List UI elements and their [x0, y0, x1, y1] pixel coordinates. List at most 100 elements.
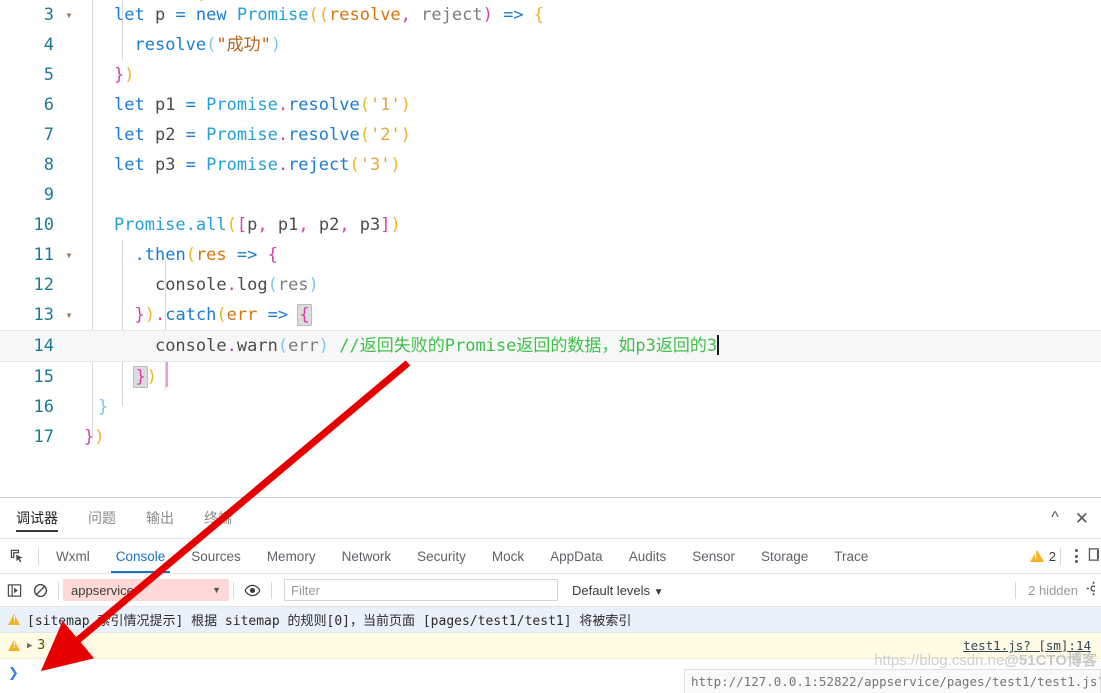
- code-line[interactable]: 9: [0, 180, 1101, 210]
- code-line[interactable]: 8 let p3 = Promise.reject('3'): [0, 150, 1101, 180]
- console-message-info[interactable]: [sitemap 索引情况提示] 根据 sitemap 的规则[0]，当前页面 …: [0, 607, 1101, 633]
- settings-gear-icon[interactable]: [1086, 581, 1095, 599]
- code-area[interactable]: () { 3 ▾ let p = new Promise((resolve, r…: [0, 0, 1101, 452]
- line-number: 3: [43, 5, 54, 25]
- code-line[interactable]: 6 let p1 = Promise.resolve('1'): [0, 90, 1101, 120]
- panel-tab-label: 问题: [88, 510, 116, 526]
- code-line[interactable]: 7 let p2 = Promise.resolve('2'): [0, 120, 1101, 150]
- tab-label: AppData: [550, 548, 603, 564]
- tab-sensor[interactable]: Sensor: [679, 539, 748, 573]
- devtools-panel[interactable]: 调试器 问题 输出 终端 ^ ✕ Wxml Console Sources Me…: [0, 497, 1101, 693]
- code-line[interactable]: 11 ▾ .then(res => {: [0, 240, 1101, 270]
- console-message-text: 3: [37, 638, 46, 653]
- code-line[interactable]: 3 ▾ let p = new Promise((resolve, reject…: [0, 0, 1101, 30]
- code-line-text: resolve("成功"): [134, 35, 282, 55]
- line-number: 17: [33, 427, 54, 447]
- tab-label: Storage: [761, 548, 809, 564]
- code-line-text: }): [133, 366, 157, 388]
- panel-tab-output[interactable]: 输出: [146, 498, 174, 538]
- close-icon[interactable]: ✕: [1075, 510, 1093, 527]
- code-line-text: }).catch(err => {: [134, 304, 312, 326]
- tab-wxml[interactable]: Wxml: [43, 539, 103, 573]
- panel-controls[interactable]: ^ ✕: [1051, 498, 1093, 538]
- execute-sidebar-icon[interactable]: [0, 583, 27, 598]
- console-toolbar-right[interactable]: 2 hidden: [1011, 581, 1095, 599]
- code-line[interactable]: 16 }: [0, 392, 1101, 422]
- context-selector[interactable]: appservice ▼: [63, 579, 229, 601]
- tab-storage[interactable]: Storage: [748, 539, 821, 573]
- code-line-current[interactable]: 14 console.warn(err) //返回失败的Promise返回的数据…: [0, 330, 1101, 362]
- tab-memory[interactable]: Memory: [254, 539, 329, 573]
- line-number: 6: [43, 95, 54, 115]
- log-level-selector[interactable]: Default levels ▼: [572, 583, 664, 598]
- code-line-text: let p = new Promise((resolve, reject) =>…: [114, 5, 545, 25]
- code-line[interactable]: 13 ▾ }).catch(err => {: [0, 300, 1101, 330]
- code-line[interactable]: 10 Promise.all([p, p1, p2, p3]): [0, 210, 1101, 240]
- divider: [1060, 547, 1061, 565]
- tab-label: Console: [115, 548, 166, 564]
- warning-counter[interactable]: 2: [1029, 549, 1056, 564]
- chevron-down-icon: ▼: [653, 586, 664, 598]
- divider: [38, 547, 39, 565]
- tab-audits[interactable]: Audits: [616, 539, 680, 573]
- line-number: 11: [33, 245, 54, 265]
- divider: [271, 581, 272, 599]
- code-line[interactable]: 12 console.log(res): [0, 270, 1101, 300]
- tab-label: Audits: [628, 548, 667, 564]
- code-comment: //返回失败的Promise返回的数据，如p3返回的3: [329, 336, 718, 356]
- console-message-text: [sitemap 索引情况提示] 根据 sitemap 的规则[0]，当前页面 …: [27, 614, 632, 629]
- matching-bracket-highlight: }: [133, 366, 148, 388]
- inspect-element-icon[interactable]: [0, 549, 34, 564]
- tab-mock[interactable]: Mock: [479, 539, 537, 573]
- console-message-warning[interactable]: ▶ 3 test1.js? [sm]:14: [0, 633, 1101, 659]
- source-link[interactable]: test1.js? [sm]:14: [963, 638, 1091, 653]
- chevron-down-icon[interactable]: ▾: [58, 240, 80, 270]
- status-bar-url: http://127.0.0.1:52822/appservice/pages/…: [684, 669, 1101, 693]
- hidden-messages-label: 2 hidden: [1028, 582, 1078, 598]
- dock-side-icon[interactable]: [1088, 547, 1099, 565]
- chevron-down-icon[interactable]: ▾: [58, 300, 80, 330]
- devtools-tabbar-actions[interactable]: 2: [1029, 539, 1101, 573]
- code-line[interactable]: 17 }): [0, 422, 1101, 452]
- status-url-text: http://127.0.0.1:52822/appservice/pages/…: [691, 674, 1101, 689]
- matching-bracket-highlight: {: [297, 304, 312, 326]
- panel-tab-debugger[interactable]: 调试器: [16, 498, 58, 538]
- ide-panel-tabbar[interactable]: 调试器 问题 输出 终端 ^ ✕: [0, 498, 1101, 539]
- code-editor[interactable]: () { 3 ▾ let p = new Promise((resolve, r…: [0, 0, 1101, 497]
- line-number: 12: [33, 275, 54, 295]
- console-toolbar[interactable]: appservice ▼ Filter Default levels ▼ 2 h…: [0, 574, 1101, 607]
- divider: [233, 581, 234, 599]
- devtools-tabbar[interactable]: Wxml Console Sources Memory Network Secu…: [0, 539, 1101, 574]
- panel-tab-terminal[interactable]: 终端: [204, 498, 232, 538]
- chevron-up-icon[interactable]: ^: [1051, 510, 1059, 526]
- tab-console[interactable]: Console: [103, 539, 179, 573]
- line-number: 8: [43, 155, 54, 175]
- chevron-down-icon[interactable]: ▾: [58, 0, 80, 30]
- tab-security[interactable]: Security: [404, 539, 479, 573]
- line-number: 14: [33, 336, 54, 356]
- prompt-caret-icon: ❯: [8, 665, 19, 680]
- tab-sources[interactable]: Sources: [178, 539, 254, 573]
- filter-placeholder: Filter: [291, 582, 320, 598]
- clear-console-icon[interactable]: [27, 583, 54, 598]
- divider: [1015, 581, 1017, 599]
- code-line[interactable]: 15 }): [0, 362, 1101, 392]
- kebab-menu-icon[interactable]: [1065, 549, 1088, 563]
- line-number: 10: [33, 215, 54, 235]
- code-line-text: }): [114, 65, 135, 85]
- line-number: 7: [43, 125, 54, 145]
- warning-triangle-icon: [8, 614, 20, 625]
- tab-network[interactable]: Network: [329, 539, 405, 573]
- tab-label: Security: [417, 548, 466, 564]
- panel-tab-problems[interactable]: 问题: [88, 498, 116, 538]
- tab-appdata[interactable]: AppData: [537, 539, 616, 573]
- live-expression-icon[interactable]: [238, 584, 267, 597]
- code-line[interactable]: 5 }): [0, 60, 1101, 90]
- code-line-text: let p2 = Promise.resolve('2'): [114, 125, 411, 145]
- tab-trace[interactable]: Trace: [821, 539, 881, 573]
- tab-label: Sensor: [692, 548, 735, 564]
- expand-triangle-icon[interactable]: ▶: [27, 641, 32, 651]
- tab-label: Memory: [266, 548, 316, 564]
- code-line[interactable]: 4 resolve("成功"): [0, 30, 1101, 60]
- filter-input[interactable]: Filter: [284, 579, 558, 601]
